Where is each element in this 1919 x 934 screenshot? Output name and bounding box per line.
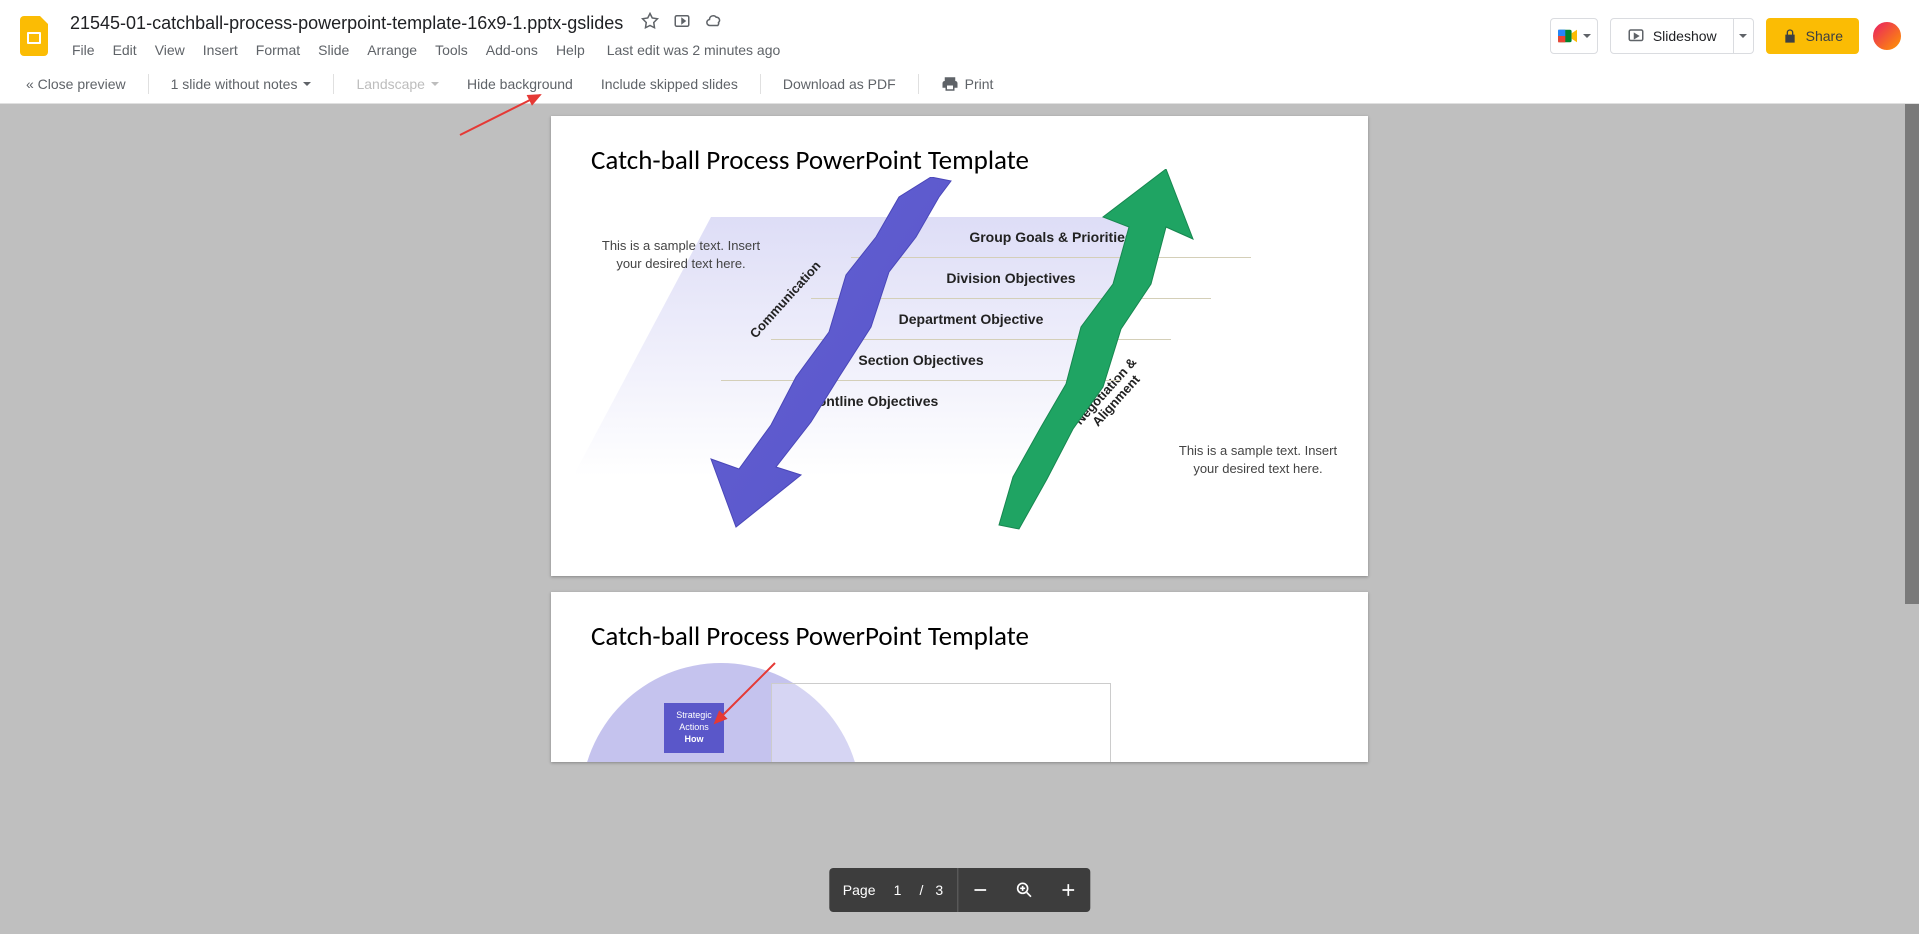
slide-title: Catch-ball Process PowerPoint Template [551, 592, 1368, 663]
hide-background[interactable]: Hide background [457, 72, 583, 96]
menu-edit[interactable]: Edit [105, 38, 145, 62]
chevron-down-icon [303, 82, 311, 86]
menu-slide[interactable]: Slide [310, 38, 357, 62]
current-page[interactable]: 1 [888, 882, 908, 898]
menu-insert[interactable]: Insert [195, 38, 246, 62]
slides-logo[interactable] [16, 16, 56, 56]
page-separator: / [920, 882, 924, 898]
chevron-down-icon [1739, 34, 1747, 38]
share-button[interactable]: Share [1766, 18, 1859, 54]
zoom-in-button[interactable] [1046, 868, 1090, 912]
cloud-icon[interactable] [705, 12, 723, 35]
share-label: Share [1806, 28, 1843, 44]
chevron-down-icon [431, 82, 439, 86]
print-button[interactable]: Print [931, 71, 1004, 97]
download-pdf[interactable]: Download as PDF [773, 72, 906, 96]
slide-notes-dropdown[interactable]: 1 slide without notes [161, 72, 322, 96]
user-avatar[interactable] [1871, 20, 1903, 52]
strategic-box: Strategic Actions How [664, 703, 724, 753]
separator [148, 74, 149, 94]
close-preview[interactable]: « Close preview [16, 72, 136, 96]
menu-help[interactable]: Help [548, 38, 593, 62]
menu-file[interactable]: File [64, 38, 103, 62]
menu-addons[interactable]: Add-ons [478, 38, 546, 62]
zoom-fit-button[interactable] [1002, 868, 1046, 912]
slide-notes-label: 1 slide without notes [171, 76, 298, 92]
slide-2: Catch-ball Process PowerPoint Template S… [551, 592, 1368, 762]
slideshow-label: Slideshow [1653, 28, 1717, 44]
play-icon [1627, 27, 1645, 45]
separator [918, 74, 919, 94]
total-pages: 3 [935, 882, 943, 898]
negotiation-arrow [881, 169, 1201, 539]
sample-text-right: This is a sample text. Insert your desir… [1178, 442, 1338, 478]
menu-view[interactable]: View [147, 38, 193, 62]
page-navigator: Page 1 / 3 [829, 868, 1090, 912]
zoom-out-button[interactable] [958, 868, 1002, 912]
orientation-dropdown[interactable]: Landscape [346, 72, 449, 96]
grid-outline [771, 683, 1111, 762]
slide-preview-area[interactable]: Catch-ball Process PowerPoint Template T… [0, 104, 1919, 934]
scrollbar[interactable] [1905, 104, 1919, 934]
star-icon[interactable] [641, 12, 659, 35]
meet-button[interactable] [1550, 18, 1598, 54]
lock-icon [1782, 28, 1798, 44]
menu-format[interactable]: Format [248, 38, 308, 62]
slideshow-dropdown[interactable] [1733, 19, 1753, 53]
doc-title[interactable]: 21545-01-catchball-process-powerpoint-te… [64, 11, 629, 36]
slide-1: Catch-ball Process PowerPoint Template T… [551, 116, 1368, 576]
separator [760, 74, 761, 94]
menu-arrange[interactable]: Arrange [359, 38, 425, 62]
last-edit-text[interactable]: Last edit was 2 minutes ago [607, 42, 781, 58]
separator [333, 74, 334, 94]
chevron-down-icon [1583, 34, 1591, 38]
menu-tools[interactable]: Tools [427, 38, 476, 62]
scrollbar-thumb[interactable] [1905, 104, 1919, 604]
move-icon[interactable] [673, 12, 691, 35]
landscape-label: Landscape [356, 76, 425, 92]
page-label: Page [843, 882, 876, 898]
print-icon [941, 75, 959, 93]
print-label: Print [965, 76, 994, 92]
slideshow-button[interactable]: Slideshow [1610, 18, 1754, 54]
include-skipped[interactable]: Include skipped slides [591, 72, 748, 96]
